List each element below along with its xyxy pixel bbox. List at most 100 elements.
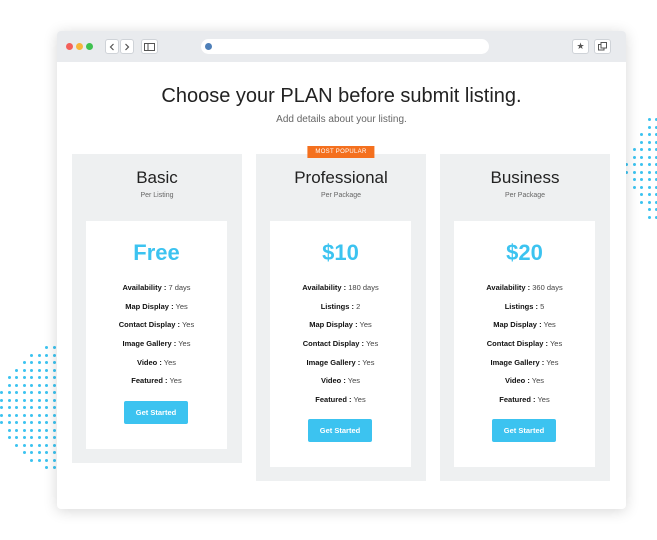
decorative-dot [15, 428, 18, 432]
sidebar-icon [144, 42, 155, 51]
feature-value: Yes [169, 376, 182, 386]
decorative-dot [640, 148, 643, 151]
feature-value: Yes [181, 320, 195, 330]
decorative-dot [30, 391, 33, 394]
minimize-window-dot[interactable] [76, 43, 83, 50]
decorative-dot [7, 383, 11, 387]
get-started-button[interactable]: Get Started [124, 401, 188, 424]
feature-value: Yes [537, 395, 550, 405]
decorative-dot [37, 443, 41, 447]
decorative-dot [30, 398, 33, 402]
plan-professional: MOST POPULAR Professional Per Package $1… [256, 146, 426, 481]
feature-value: Yes [549, 339, 563, 349]
plan-unit: Per Package [504, 192, 546, 199]
decorative-dot [0, 421, 3, 424]
duplicate-tab-button[interactable] [594, 39, 611, 54]
decorative-dot [640, 133, 643, 136]
feature-value: 360 days [532, 283, 563, 292]
maximize-window-dot[interactable] [86, 43, 93, 50]
decorative-dot [45, 428, 48, 432]
decorative-dot [45, 353, 48, 357]
feature-list: Availability : 7 days Map Display : Yes … [86, 279, 227, 391]
forward-button[interactable] [120, 39, 134, 54]
feature-item: Availability : 180 days [270, 279, 411, 298]
decorative-dot [52, 361, 56, 364]
decorative-dot [647, 170, 651, 174]
decorative-dot [0, 406, 3, 409]
decorative-dot [647, 118, 651, 121]
decorative-dot [52, 391, 56, 394]
feature-label: Availability : [486, 283, 531, 292]
back-button[interactable] [105, 39, 119, 54]
feature-label: Availability : [302, 283, 347, 292]
decorative-dot [30, 368, 33, 372]
feature-label: Image Gallery : [306, 357, 361, 367]
feature-label: Map Display : [493, 320, 542, 330]
feature-item: Map Display : Yes [454, 316, 595, 335]
decorative-dot [37, 368, 41, 372]
plan-price: Free [133, 240, 180, 265]
decorative-dot [640, 178, 643, 181]
decorative-dot [22, 368, 26, 372]
browser-toolbar: ★ [57, 31, 626, 62]
address-bar[interactable] [201, 39, 489, 54]
decorative-dot [15, 376, 18, 379]
decorative-dot [30, 383, 33, 387]
decorative-dot [45, 413, 48, 417]
decorative-dot [640, 163, 643, 166]
get-started-button[interactable]: Get Started [492, 419, 556, 442]
decorative-dot [647, 178, 651, 181]
feature-value: Yes [175, 301, 188, 311]
plan-basic: Basic Per Listing Free Availability : 7 … [72, 154, 242, 463]
plan-name: Basic [136, 168, 178, 187]
decorative-dot [15, 413, 18, 417]
decorative-dot [7, 376, 11, 379]
decorative-dot [632, 185, 636, 189]
sidebar-toggle-button[interactable] [141, 39, 158, 54]
decorative-dot [30, 458, 33, 462]
decorative-dot [7, 428, 11, 432]
decorative-dot [15, 421, 18, 424]
decorative-dot [45, 346, 48, 349]
decorative-dot [52, 428, 56, 432]
decorative-dot [22, 406, 26, 409]
feature-item: Contact Display : Yes [270, 335, 411, 354]
decorative-dot [15, 391, 18, 394]
plan-unit: Per Package [320, 192, 362, 199]
decorative-dot [37, 428, 41, 432]
page-subtitle: Add details about your listing. [276, 114, 407, 125]
star-icon: ★ [576, 41, 585, 51]
feature-list: Availability : 180 days Listings : 2 Map… [270, 279, 411, 410]
bookmark-button[interactable]: ★ [572, 39, 589, 54]
decorative-dot [30, 413, 33, 417]
page-title: Choose your PLAN before submit listing. [161, 85, 522, 107]
feature-item: Availability : 7 days [86, 279, 227, 298]
feature-value: Yes [163, 357, 177, 367]
decorative-dot [640, 200, 643, 204]
decorative-dot [15, 368, 18, 372]
decorative-dot [647, 200, 651, 204]
decorative-dot [647, 193, 651, 196]
plan-card: $20 Availability : 360 days Listings : 5… [454, 221, 595, 467]
feature-item: Contact Display : Yes [86, 316, 227, 335]
feature-value: 2 [356, 301, 361, 311]
decorative-dot [15, 383, 18, 387]
feature-value: 180 days [348, 283, 379, 292]
decorative-dot [37, 421, 41, 424]
decorative-dot [7, 413, 11, 417]
get-started-button[interactable]: Get Started [308, 419, 372, 442]
feature-value: Yes [546, 357, 559, 367]
decorative-dot [7, 421, 11, 424]
decorative-dot [45, 451, 48, 454]
decorative-dot [22, 421, 26, 424]
feature-label: Contact Display : [302, 339, 365, 349]
decorative-dot [22, 443, 26, 447]
decorative-dot [15, 436, 18, 439]
close-window-dot[interactable] [66, 43, 73, 50]
feature-value: Yes [359, 320, 372, 330]
feature-item: Featured : Yes [454, 391, 595, 410]
feature-label: Contact Display : [118, 320, 181, 330]
decorative-dot [640, 140, 643, 144]
feature-item: Map Display : Yes [270, 316, 411, 335]
plan-name: Professional [294, 168, 388, 187]
